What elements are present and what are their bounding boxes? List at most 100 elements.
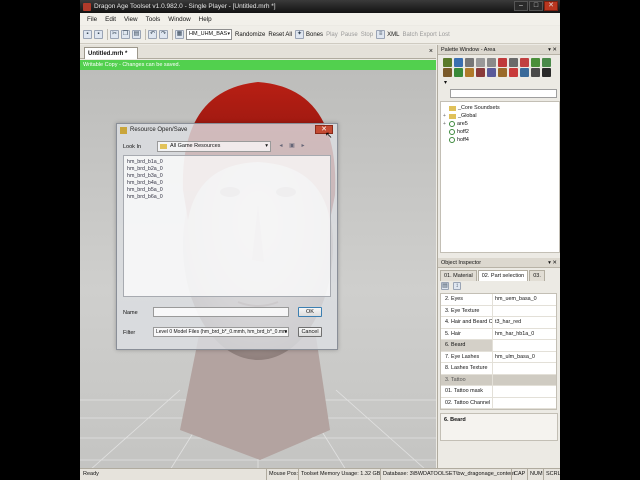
property-value[interactable]: hm_ulm_basa_0 bbox=[493, 352, 556, 363]
store-icon[interactable] bbox=[443, 68, 452, 77]
file-list[interactable]: hm_brd_b1a_0 hm_brd_b2a_0 hm_brd_b3a_0 h… bbox=[123, 155, 331, 297]
randomize-button[interactable]: Randomize bbox=[235, 32, 265, 38]
close-button[interactable]: ✕ bbox=[544, 1, 558, 11]
waypoint-icon[interactable] bbox=[487, 58, 496, 67]
property-row[interactable]: 01. Tattoo mask bbox=[441, 386, 556, 398]
conversation-icon[interactable] bbox=[498, 68, 507, 77]
encounter-icon[interactable] bbox=[454, 68, 463, 77]
map-icon[interactable] bbox=[520, 68, 529, 77]
property-value[interactable] bbox=[493, 375, 556, 386]
save-icon[interactable]: ▪ bbox=[83, 30, 92, 39]
menu-window[interactable]: Window bbox=[164, 16, 194, 23]
menu-tools[interactable]: Tools bbox=[142, 16, 165, 23]
model-combo[interactable]: HM_UHM_BAS ▾ bbox=[186, 29, 232, 40]
property-row[interactable]: 3. Tattoo bbox=[441, 374, 556, 386]
music-icon[interactable] bbox=[487, 68, 496, 77]
tree-item-global[interactable]: + _Global bbox=[443, 112, 557, 120]
plot-icon[interactable] bbox=[531, 58, 540, 67]
name-input[interactable] bbox=[153, 307, 289, 317]
property-value[interactable] bbox=[493, 340, 556, 351]
property-row[interactable]: 02. Tattoo Channel 1 bbox=[441, 397, 556, 409]
tab-part-selection[interactable]: 02. Part selection bbox=[477, 270, 529, 281]
palette-filter-dropdown[interactable]: ▾ bbox=[438, 79, 560, 89]
property-row[interactable]: 4. Hair and Beard Co t3_har_red bbox=[441, 317, 556, 329]
stop-button[interactable]: Stop bbox=[361, 32, 373, 38]
property-value[interactable]: t3_har_red bbox=[493, 317, 556, 328]
tab-untitled-mrh[interactable]: Untitled.mrh * bbox=[84, 47, 138, 59]
property-value[interactable]: hm_uem_basa_0 bbox=[493, 294, 556, 305]
copy-icon[interactable]: ❐ bbox=[121, 30, 130, 39]
trigger-icon[interactable] bbox=[476, 58, 485, 67]
back-icon[interactable]: ◂ bbox=[277, 142, 285, 150]
creature-icon[interactable] bbox=[443, 58, 452, 67]
property-row[interactable]: 5. Hair hm_har_hb1a_0 bbox=[441, 328, 556, 340]
menu-file[interactable]: File bbox=[83, 16, 101, 23]
categorized-icon[interactable]: ▤ bbox=[441, 282, 449, 290]
tree-item-hoff2[interactable]: hoff2 bbox=[443, 128, 557, 136]
xml-button[interactable]: XML bbox=[387, 32, 399, 38]
script-icon[interactable] bbox=[465, 68, 474, 77]
cut-icon[interactable]: ✂ bbox=[110, 30, 119, 39]
tree-item-core-soundsets[interactable]: _Core Soundsets bbox=[443, 104, 557, 112]
property-value[interactable]: hm_har_hb1a_0 bbox=[493, 329, 556, 340]
view-menu-icon[interactable]: ▸ bbox=[299, 142, 307, 150]
property-value[interactable] bbox=[493, 306, 556, 317]
xml-icon[interactable]: ≡ bbox=[376, 30, 386, 39]
camera-icon[interactable] bbox=[509, 58, 518, 67]
item-icon[interactable] bbox=[465, 58, 474, 67]
reset-all-button[interactable]: Reset All bbox=[268, 32, 292, 38]
sound-icon[interactable] bbox=[498, 58, 507, 67]
paste-icon[interactable]: ▤ bbox=[132, 30, 141, 39]
property-value[interactable] bbox=[493, 363, 556, 374]
new-folder-icon[interactable]: ▣ bbox=[288, 142, 296, 150]
list-item[interactable]: hm_brd_b5a_0 bbox=[127, 187, 327, 194]
list-item[interactable]: hm_brd_b4a_0 bbox=[127, 180, 327, 187]
menu-view[interactable]: View bbox=[120, 16, 142, 23]
undo-icon[interactable]: ↶ bbox=[148, 30, 157, 39]
area-icon[interactable] bbox=[542, 58, 551, 67]
tab-03[interactable]: 03. bbox=[529, 270, 545, 281]
close-document-icon[interactable]: × bbox=[429, 48, 433, 55]
list-item[interactable]: hm_brd_b6a_0 bbox=[127, 194, 327, 201]
bones-icon[interactable]: ✦ bbox=[295, 30, 305, 39]
list-item[interactable]: hm_brd_b2a_0 bbox=[127, 166, 327, 173]
pause-button[interactable]: Pause bbox=[341, 32, 358, 38]
maximize-button[interactable]: □ bbox=[529, 1, 543, 11]
menu-edit[interactable]: Edit bbox=[101, 16, 120, 23]
play-button[interactable]: Play bbox=[326, 32, 338, 38]
palette-search-input[interactable] bbox=[450, 89, 557, 98]
placeable-icon[interactable] bbox=[454, 58, 463, 67]
menu-help[interactable]: Help bbox=[195, 16, 216, 23]
list-item[interactable]: hm_brd_b1a_0 bbox=[127, 159, 327, 166]
properties-icon[interactable]: ▦ bbox=[175, 30, 184, 39]
minimize-button[interactable]: – bbox=[514, 1, 528, 11]
property-row[interactable]: 3. Eye Texture bbox=[441, 305, 556, 317]
light-icon[interactable] bbox=[476, 68, 485, 77]
redo-icon[interactable]: ↷ bbox=[159, 30, 168, 39]
ok-button[interactable]: OK bbox=[298, 307, 322, 317]
cancel-button[interactable]: Cancel bbox=[298, 327, 322, 337]
tab-material[interactable]: 01. Material bbox=[440, 270, 477, 281]
property-row[interactable]: 7. Eye Lashes hm_ulm_basa_0 bbox=[441, 351, 556, 363]
pin-icon[interactable]: ▾ ✕ bbox=[548, 258, 557, 268]
tree-item-are5[interactable]: + are5 bbox=[443, 120, 557, 128]
save-all-icon[interactable]: ▪ bbox=[94, 30, 103, 39]
property-row[interactable]: 6. Beard bbox=[441, 340, 556, 352]
tag-icon[interactable] bbox=[531, 68, 540, 77]
bones-button[interactable]: Bones bbox=[306, 32, 323, 38]
tree-item-hoff4[interactable]: hoff4 bbox=[443, 136, 557, 144]
batch-export-button[interactable]: Batch Export Lost bbox=[402, 32, 449, 38]
look-in-combo[interactable]: All Game Resources ▾ bbox=[157, 141, 271, 152]
list-item[interactable]: hm_brd_b3a_0 bbox=[127, 173, 327, 180]
alphabetical-icon[interactable]: ↕ bbox=[453, 282, 461, 290]
property-row[interactable]: 8. Lashes Texture bbox=[441, 363, 556, 375]
vfx-icon[interactable] bbox=[509, 68, 518, 77]
window-controls: – □ ✕ bbox=[514, 1, 558, 11]
property-row[interactable]: 2. Eyes hm_uem_basa_0 bbox=[441, 294, 556, 306]
stage-icon[interactable] bbox=[520, 58, 529, 67]
pin-icon[interactable]: ▾ ✕ bbox=[548, 45, 557, 55]
filter-combo[interactable]: Level 0 Model Files (hm_brd_b*_0.mmh, hm… bbox=[153, 327, 289, 337]
property-value[interactable] bbox=[493, 386, 556, 397]
property-value[interactable] bbox=[493, 398, 556, 409]
misc-icon[interactable] bbox=[542, 68, 551, 77]
